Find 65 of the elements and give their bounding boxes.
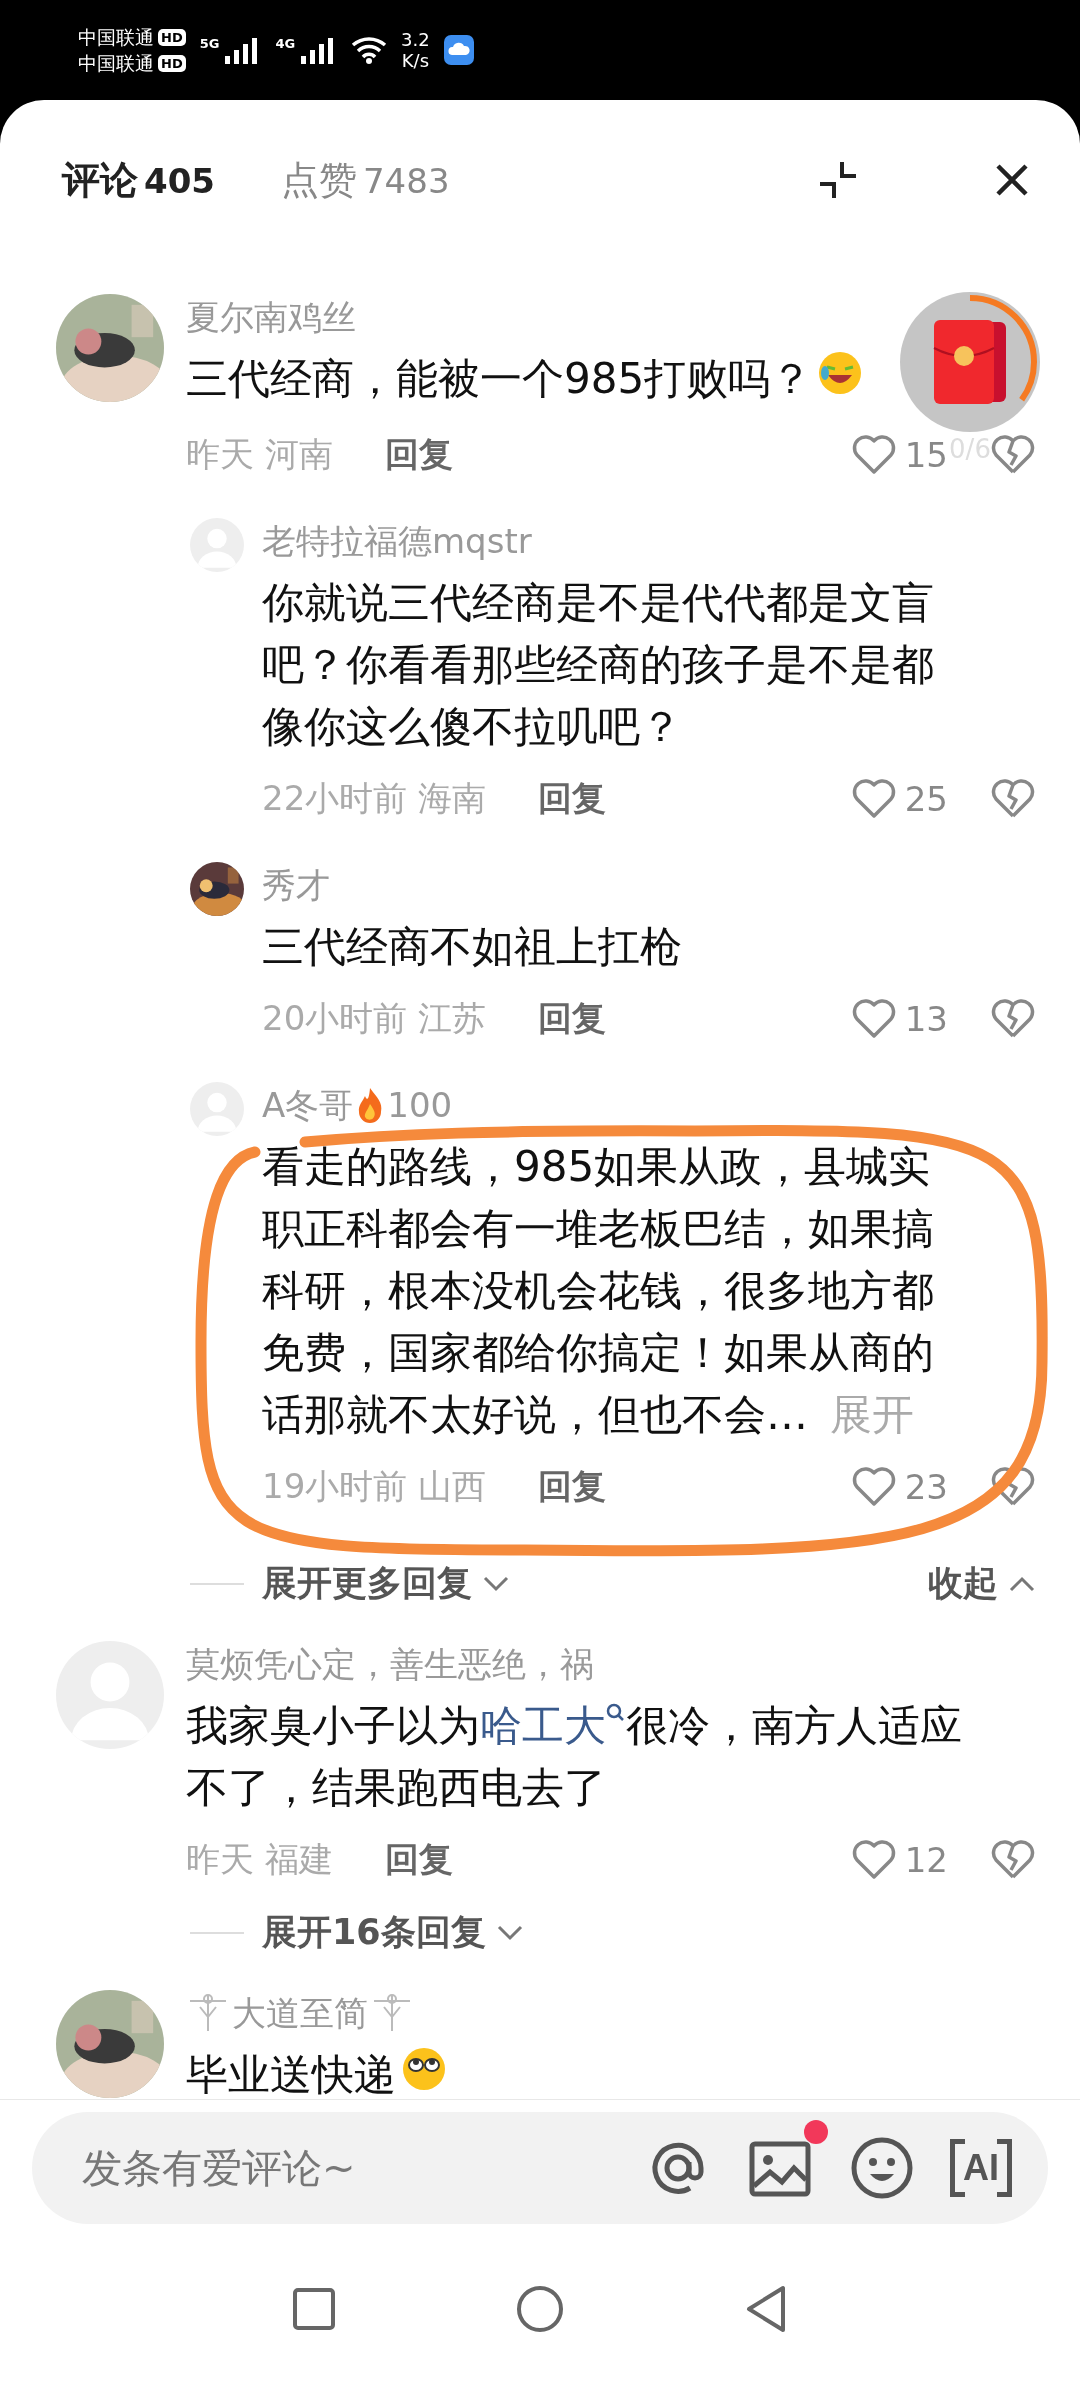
reply-button[interactable]: 回复	[384, 1837, 453, 1883]
comment-input[interactable]: 发条有爱评论~ AI	[32, 2112, 1048, 2224]
cloud-app-icon	[443, 35, 474, 65]
carrier-name: 中国联通	[78, 25, 154, 49]
envelope-icon	[932, 318, 1008, 406]
username: 老特拉福德mqstr	[262, 520, 532, 563]
network-type: 4G	[275, 36, 296, 51]
username: A冬哥	[262, 1084, 354, 1127]
like-button[interactable]: 12	[850, 1839, 948, 1881]
time-location: 昨天 河南	[186, 433, 333, 476]
time-location: 昨天 福建	[186, 1838, 333, 1881]
dislike-button[interactable]	[990, 1839, 1036, 1881]
broken-heart-icon	[990, 434, 1036, 476]
comment-text: 你就说三代经商是不是代代都是文盲吧？你看看那些经商的孩子是不是都像你这么傻不拉叽吧？	[262, 577, 935, 753]
reply-button[interactable]: 回复	[538, 1464, 607, 1510]
carrier-name: 中国联通	[78, 51, 154, 75]
time-location: 22小时前 海南	[262, 777, 487, 820]
broken-heart-icon	[990, 998, 1036, 1040]
like-button[interactable]: 23	[850, 1466, 948, 1508]
like-button[interactable]: 25	[850, 778, 948, 820]
heart-icon	[850, 434, 897, 476]
expand-replies-button[interactable]: 展开更多回复	[262, 1560, 510, 1607]
topic-link[interactable]: 哈工大	[480, 1701, 626, 1750]
fan-level: 100	[387, 1084, 453, 1127]
network-speed: 3.2	[401, 29, 430, 50]
collapse-replies-button[interactable]: 收起	[928, 1560, 1036, 1607]
network-type: 5G	[199, 36, 220, 51]
heart-icon	[850, 1839, 897, 1881]
broken-heart-icon	[990, 778, 1036, 820]
wifi-icon	[351, 35, 388, 65]
username: 夏尔南鸡丝	[186, 296, 356, 339]
hd-badge: HD	[158, 54, 186, 72]
chevron-down-icon	[495, 1923, 524, 1942]
dislike-button[interactable]	[990, 778, 1036, 820]
hd-badge: HD	[158, 28, 186, 46]
chevron-up-icon	[1008, 1574, 1036, 1593]
time-location: 19小时前 山西	[262, 1465, 487, 1508]
comments-tab[interactable]: 评论 405	[62, 154, 215, 206]
dislike-button[interactable]	[990, 998, 1036, 1040]
reply-button[interactable]: 回复	[538, 996, 607, 1042]
expand-replies-button[interactable]: 展开16条回复	[262, 1909, 524, 1956]
reply-button[interactable]: 回复	[538, 776, 607, 822]
ai-button[interactable]: AI	[950, 2137, 1012, 2199]
comments-tab[interactable]: 点赞 7483	[281, 154, 450, 206]
username: 莫烦凭心定，善生恶绝，祸	[186, 1643, 594, 1686]
dislike-button[interactable]	[990, 434, 1036, 476]
comment-text: 我家臭小子以为哈工大 很冷，南方人适应不了，结果跑西电去了	[186, 1700, 963, 1814]
comment-text: 三代经商，能被一个985打败吗？	[186, 348, 865, 414]
comment-text: 三代经商不如祖上扛枪	[262, 921, 682, 973]
comment-text: 看走的路线，985如果从政，县城实职正科都会有一堆老板巴结，如果搞科研，根本没机会花钱，很多地方都免费，国家都给你搞定！如果从商的话那就不太好说，但也不会… 展开	[262, 1136, 962, 1446]
broken-heart-icon	[990, 1839, 1036, 1881]
reply-button[interactable]: 回复	[384, 432, 453, 478]
heart-icon	[850, 1466, 897, 1508]
eye-roll-face-icon	[400, 2045, 448, 2093]
speed-unit: K/s	[401, 50, 430, 71]
chevron-down-icon	[482, 1574, 510, 1593]
username: 大道至简	[232, 1992, 368, 2035]
username: 秀才	[262, 864, 330, 907]
like-button[interactable]: 15	[850, 434, 948, 476]
heart-icon	[850, 778, 897, 820]
time-location: 20小时前 江苏	[262, 997, 487, 1040]
like-button[interactable]: 13	[850, 998, 948, 1040]
comment-text: 毕业送快递	[186, 2044, 448, 2099]
heart-icon	[850, 998, 897, 1040]
dislike-button[interactable]	[990, 1466, 1036, 1508]
